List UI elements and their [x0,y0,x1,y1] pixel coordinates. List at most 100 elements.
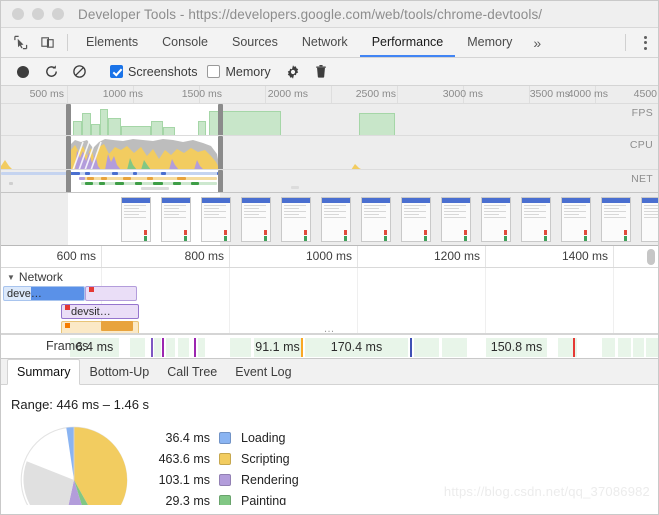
overview-tracks: FPS CPU [1,104,658,192]
title-bar: Developer Tools - https://developers.goo… [1,1,658,28]
device-toolbar-icon[interactable] [34,28,61,57]
tab-performance[interactable]: Performance [360,28,456,57]
tab-summary[interactable]: Summary [7,359,80,385]
frame-block[interactable] [617,338,631,357]
tab-console[interactable]: Console [150,28,220,57]
screenshots-checkbox-box[interactable] [110,65,123,78]
tabs-spacer [550,28,619,57]
frame-block[interactable]: 91.1 ms [253,338,301,357]
legend-swatch-loading [219,432,231,444]
detail-tick-1: 800 ms [185,246,229,267]
overview-label-fps: FPS [632,107,653,119]
filmstrip-thumb[interactable] [121,197,151,242]
frame-block[interactable] [413,338,439,357]
minimize-button[interactable] [32,8,44,20]
memory-checkbox-box[interactable] [207,65,220,78]
summary-pie-chart [19,425,129,505]
network-request-row[interactable]: deve… [3,286,85,301]
memory-checkbox[interactable]: Memory [207,65,270,79]
overview-label-cpu: CPU [630,139,653,151]
overview-tick-4: 2500 ms [356,86,399,103]
chevron-down-icon[interactable]: ▼ [7,273,15,282]
legend-swatch-rendering [219,474,231,486]
tab-network[interactable]: Network [290,28,360,57]
legend-row-scripting[interactable]: 463.6 ms Scripting [151,448,299,469]
filmstrip-thumb[interactable] [481,197,511,242]
trash-icon[interactable] [307,58,335,86]
zoom-button[interactable] [52,8,64,20]
filmstrip-thumb[interactable] [401,197,431,242]
network-section-header[interactable]: ▼ Network [7,270,63,284]
filmstrip-thumb[interactable] [561,197,591,242]
frame-block[interactable] [601,338,615,357]
tab-bottom-up[interactable]: Bottom-Up [80,359,158,384]
menu-divider [625,34,626,51]
frame-block[interactable] [197,338,205,357]
frame-block[interactable] [165,338,175,357]
overview-track-cpu: CPU [1,136,658,170]
tab-elements[interactable]: Elements [74,28,150,57]
tab-memory[interactable]: Memory [455,28,524,57]
frame-block[interactable] [177,338,189,357]
frame-block[interactable] [645,338,658,357]
network-section-label: Network [19,270,63,284]
overview-ruler: 500 ms 1000 ms 1500 ms 2000 ms 2500 ms 3… [1,86,658,104]
more-tabs-icon[interactable]: » [524,28,550,57]
filmstrip-thumb[interactable] [361,197,391,242]
panel-tab-bar: Elements Console Sources Network Perform… [1,28,658,58]
filmstrip-thumb[interactable] [441,197,471,242]
gear-icon[interactable] [279,58,307,86]
tab-call-tree[interactable]: Call Tree [158,359,226,384]
filmstrip-thumb[interactable] [601,197,631,242]
detail-tick-4: 1400 ms [562,246,613,267]
summary-panel: Range: 446 ms – 1.46 s 36.4 ms [1,385,658,505]
frames-row: Frames 6.4 ms 91.1 ms 170.4 ms 150.8 ms [1,334,658,359]
network-request-row[interactable]: devsit… [61,304,139,319]
filmstrip-thumb[interactable] [161,197,191,242]
inspect-cursor-icon[interactable] [7,28,34,57]
record-toolbar: Screenshots Memory [1,58,658,86]
frame-block[interactable] [129,338,145,357]
frame-block[interactable]: 150.8 ms [485,338,547,357]
frame-block[interactable] [632,338,644,357]
legend-label-painting: Painting [231,494,286,506]
panel-tabs: Elements Console Sources Network Perform… [74,28,550,57]
toolbar-divider [67,34,68,51]
screenshots-checkbox[interactable]: Screenshots [110,65,197,79]
legend-row-loading[interactable]: 36.4 ms Loading [151,427,299,448]
network-request-label: devsit… [62,305,138,319]
summary-legend: 36.4 ms Loading 463.6 ms Scripting 103.1… [151,427,299,505]
kebab-menu-icon[interactable] [632,28,658,57]
network-request-row[interactable] [85,286,137,301]
legend-row-rendering[interactable]: 103.1 ms Rendering [151,469,299,490]
filmstrip-thumb[interactable] [201,197,231,242]
network-expander[interactable]: … [324,325,336,333]
frame-block[interactable] [441,338,467,357]
legend-value-painting: 29.3 ms [151,494,219,506]
detail-timeline-ruler: 600 ms 800 ms 1000 ms 1200 ms 1400 ms [1,246,658,268]
overview-tick-7: 4000 ms [568,86,611,103]
legend-value-scripting: 463.6 ms [151,452,219,466]
legend-row-painting[interactable]: 29.3 ms Painting [151,490,299,505]
filmstrip-thumb[interactable] [321,197,351,242]
frame-block[interactable]: 170.4 ms [304,338,408,357]
detail-scrollbar-thumb[interactable] [647,249,655,265]
filmstrip-thumb[interactable] [281,197,311,242]
watermark: https://blog.csdn.net/qq_37086982 [444,484,650,499]
tab-sources[interactable]: Sources [220,28,290,57]
filmstrip[interactable] [1,193,658,246]
filmstrip-thumb[interactable] [521,197,551,242]
detail-tick-2: 1000 ms [306,246,357,267]
reload-record-icon[interactable] [37,58,65,86]
clear-icon[interactable] [65,58,93,86]
frame-block[interactable] [229,338,251,357]
frame-block[interactable] [153,338,161,357]
filmstrip-thumb[interactable] [241,197,271,242]
close-button[interactable] [12,8,24,20]
record-icon[interactable] [9,58,37,86]
detail-tick-3: 1200 ms [434,246,485,267]
frames-label: Frames [46,339,88,353]
tab-event-log[interactable]: Event Log [226,359,300,384]
filmstrip-thumb[interactable] [641,197,658,242]
timeline-overview[interactable]: 500 ms 1000 ms 1500 ms 2000 ms 2500 ms 3… [1,86,658,193]
